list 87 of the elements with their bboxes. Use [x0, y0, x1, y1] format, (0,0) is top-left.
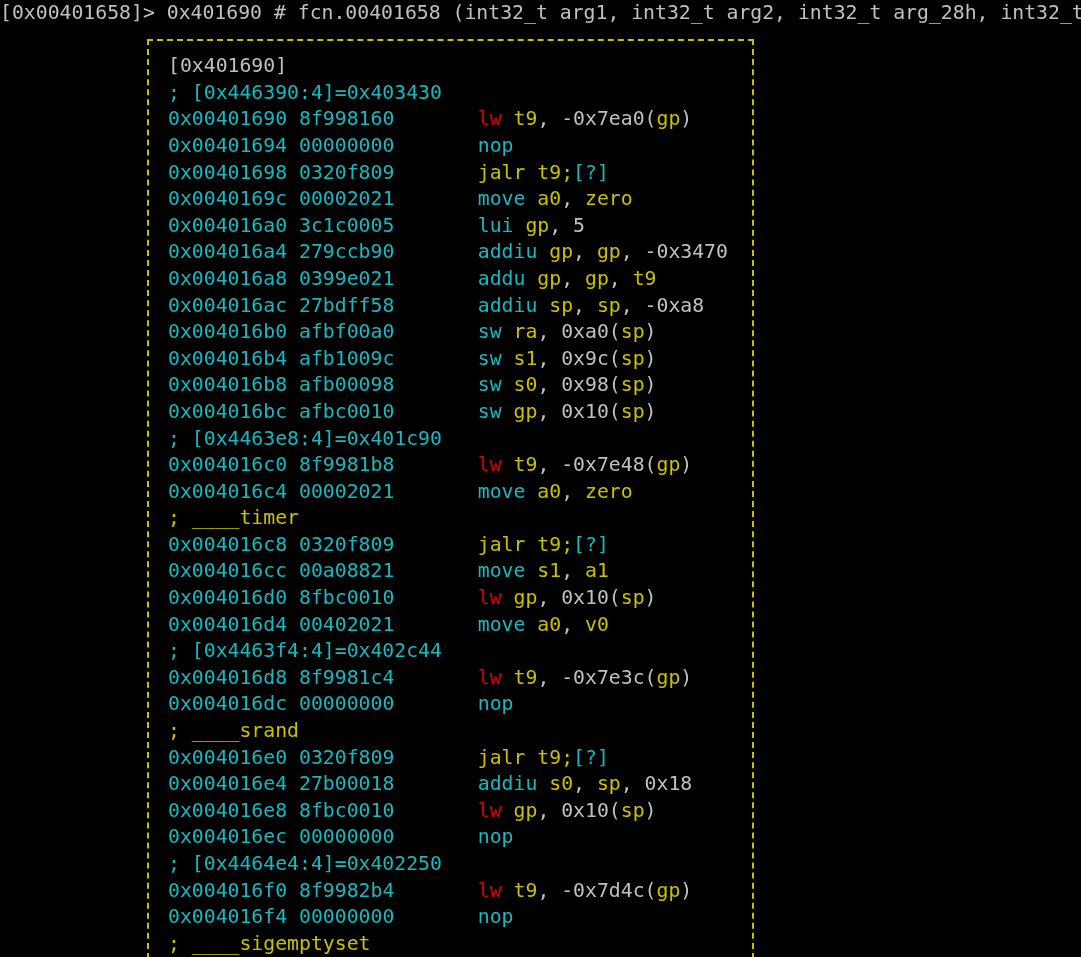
reference-comment: ; [0x4463e8:4]=0x401c90 — [168, 425, 442, 452]
opcode-bytes: 00000000 — [299, 132, 395, 159]
reference-comment: ; [0x446390:4]=0x403430 — [168, 79, 442, 106]
opcode-bytes: 00000000 — [299, 904, 395, 931]
opcode-bytes: 8fbc0010 — [299, 797, 395, 824]
opcode-bytes: 8f9981c4 — [299, 664, 395, 691]
instruction-text: lw gp, 0x10(sp) — [477, 797, 657, 824]
address-text: 0x00401694 — [168, 132, 288, 159]
instruction-text: lw t9, -0x7e3c(gp) — [477, 664, 693, 691]
opcode-bytes: 00402021 — [299, 611, 395, 638]
address-text: 0x004016b4 — [168, 345, 288, 372]
opcode-bytes: 00000000 — [299, 824, 395, 851]
address-text: 0x004016a4 — [168, 239, 288, 266]
address-text: 0x004016c8 — [168, 531, 288, 558]
opcode-bytes: 8f9981b8 — [299, 452, 395, 479]
address-text: 0x004016e8 — [168, 797, 288, 824]
address-text: 0x004016e4 — [168, 771, 288, 798]
address-text: 0x004016c4 — [168, 478, 288, 505]
address-text: 0x004016f4 — [168, 904, 288, 931]
address-text: 0x004016b0 — [168, 319, 288, 346]
instruction-text: move a0, zero — [477, 478, 633, 505]
address-text: 0x004016ec — [168, 824, 288, 851]
opcode-bytes: 3c1c0005 — [299, 212, 395, 239]
reference-comment: ; [0x4463f4:4]=0x402c44 — [168, 638, 442, 665]
instruction-text: nop — [477, 132, 514, 159]
address-text: 0x00401698 — [168, 159, 288, 186]
opcode-bytes: 00a08821 — [299, 558, 395, 585]
address-text: 0x004016dc — [168, 691, 288, 718]
address-text: 0x004016a8 — [168, 265, 288, 292]
opcode-bytes: 00002021 — [299, 186, 395, 213]
instruction-text: sw s1, 0x9c(sp) — [477, 345, 657, 372]
instruction-text: lw t9, -0x7e48(gp) — [477, 452, 693, 479]
address-text: 0x004016ac — [168, 292, 288, 319]
instruction-text: lw gp, 0x10(sp) — [477, 585, 657, 612]
address-text: 0x004016f0 — [168, 877, 288, 904]
opcode-bytes: 00000000 — [299, 691, 395, 718]
address-text: 0x0040169c — [168, 186, 288, 213]
opcode-bytes: 0320f809 — [299, 744, 395, 771]
instruction-text: lui gp, 5 — [477, 212, 586, 239]
instruction-text: jalr t9;[?] — [477, 159, 609, 186]
address-text: 0x004016cc — [168, 558, 288, 585]
opcode-bytes: afb1009c — [299, 345, 395, 372]
instruction-text: nop — [477, 904, 514, 931]
opcode-bytes: 279ccb90 — [299, 239, 395, 266]
address-text: 0x004016e0 — [168, 744, 288, 771]
opcode-bytes: 0320f809 — [299, 531, 395, 558]
instruction-text: sw ra, 0xa0(sp) — [477, 319, 657, 346]
instruction-text: lw t9, -0x7ea0(gp) — [477, 106, 693, 133]
instruction-text: move a0, zero — [477, 186, 633, 213]
opcode-bytes: afb00098 — [299, 372, 395, 399]
opcode-bytes: 0399e021 — [299, 265, 395, 292]
opcode-bytes: 27bdff58 — [299, 292, 395, 319]
instruction-text: lw t9, -0x7d4c(gp) — [477, 877, 693, 904]
opcode-bytes: 8fbc0010 — [299, 585, 395, 612]
address-text: 0x004016d0 — [168, 585, 288, 612]
symbol-comment: ; ____timer — [168, 505, 299, 532]
instruction-text: nop — [477, 691, 514, 718]
address-text: 0x004016bc — [168, 398, 288, 425]
instruction-text: move a0, v0 — [477, 611, 609, 638]
prompt-line: [0x00401658]> 0x401690 # fcn.00401658 (int32_t arg1, int32_t arg2, int32_t arg_28h, int32_t — [0, 0, 1081, 26]
address-text: 0x004016d4 — [168, 611, 288, 638]
address-text: 0x004016a0 — [168, 212, 288, 239]
symbol-comment: ; ____srand — [168, 718, 299, 745]
instruction-text: addiu gp, gp, -0x3470 — [477, 239, 728, 266]
opcode-bytes: 27b00018 — [299, 771, 395, 798]
address-text: 0x004016b8 — [168, 372, 288, 399]
instruction-text: addiu s0, sp, 0x18 — [477, 771, 693, 798]
instruction-text: nop — [477, 824, 514, 851]
address-text: 0x004016c0 — [168, 452, 288, 479]
instruction-text: addiu sp, sp, -0xa8 — [477, 292, 705, 319]
instruction-text: sw gp, 0x10(sp) — [477, 398, 657, 425]
opcode-bytes: 00002021 — [299, 478, 395, 505]
opcode-bytes: afbf00a0 — [299, 319, 395, 346]
instruction-text: jalr t9;[?] — [477, 531, 609, 558]
opcode-bytes: afbc0010 — [299, 398, 395, 425]
address-text: 0x004016d8 — [168, 664, 288, 691]
block-title: [0x401690] — [168, 53, 288, 80]
opcode-bytes: 0320f809 — [299, 159, 395, 186]
address-text: 0x00401690 — [168, 106, 288, 133]
instruction-text: sw s0, 0x98(sp) — [477, 372, 657, 399]
symbol-comment: ; ____sigemptyset — [168, 930, 371, 957]
reference-comment: ; [0x4464e4:4]=0x402250 — [168, 851, 442, 877]
opcode-bytes: 8f998160 — [299, 106, 395, 133]
instruction-text: jalr t9;[?] — [477, 744, 609, 771]
instruction-text: addu gp, gp, t9 — [477, 265, 657, 292]
instruction-text: move s1, a1 — [477, 558, 609, 585]
opcode-bytes: 8f9982b4 — [299, 877, 395, 904]
